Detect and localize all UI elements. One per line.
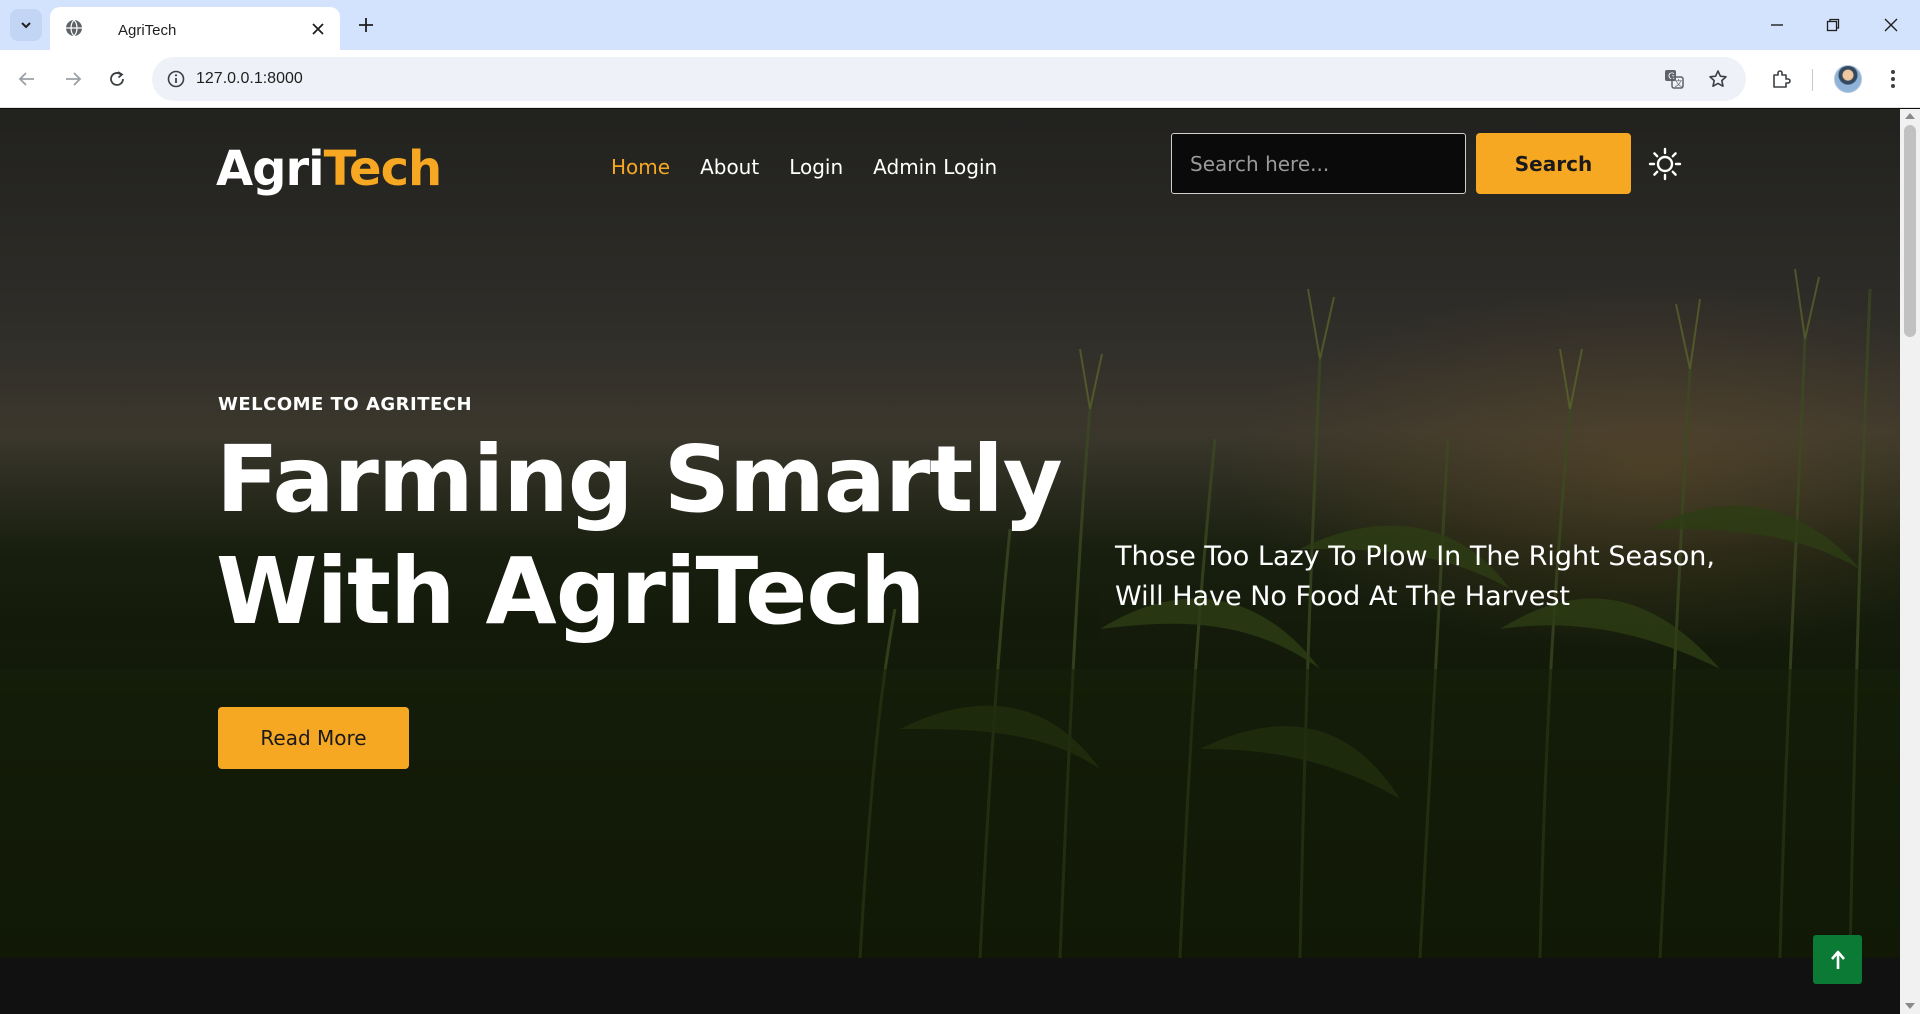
forward-arrow-icon[interactable] xyxy=(60,66,86,92)
back-to-top-button[interactable] xyxy=(1813,935,1862,984)
kebab-menu-icon[interactable] xyxy=(1880,66,1906,92)
page-scrollbar[interactable] xyxy=(1900,109,1920,1014)
browser-tab[interactable]: AgriTech xyxy=(50,7,340,50)
chevron-down-icon xyxy=(21,22,31,29)
next-section-strip xyxy=(0,958,1900,1014)
hero-headline-line2: With AgriTech xyxy=(216,538,925,645)
back-arrow-icon[interactable] xyxy=(14,66,40,92)
translate-icon[interactable]: G文 xyxy=(1662,67,1686,91)
tab-title: AgriTech xyxy=(118,22,177,39)
arrow-up-icon xyxy=(1830,950,1845,969)
search-input[interactable] xyxy=(1171,133,1466,194)
reload-icon[interactable] xyxy=(104,66,130,92)
tab-close-icon[interactable] xyxy=(308,19,328,39)
hero-eyebrow: WELCOME TO AGRITECH xyxy=(218,394,473,415)
site-info-icon[interactable] xyxy=(164,67,188,91)
page-viewport: AgriTech Home About Login Admin Login Se… xyxy=(0,109,1900,1014)
nav-link-home[interactable]: Home xyxy=(611,155,670,179)
main-nav: Home About Login Admin Login xyxy=(611,155,997,179)
logo-text-agri: Agri xyxy=(216,141,325,197)
tab-search-button[interactable] xyxy=(10,9,42,41)
nav-link-about[interactable]: About xyxy=(700,155,759,179)
scroll-down-arrow-icon[interactable] xyxy=(1905,1003,1915,1009)
restore-icon[interactable] xyxy=(1820,12,1846,38)
new-tab-plus-icon[interactable] xyxy=(354,13,378,37)
nav-link-admin-login[interactable]: Admin Login xyxy=(873,155,997,179)
scroll-up-arrow-icon[interactable] xyxy=(1905,113,1915,119)
profile-avatar[interactable] xyxy=(1834,65,1862,93)
globe-icon xyxy=(66,19,82,37)
browser-tab-strip: AgriTech xyxy=(0,0,1920,50)
browser-toolbar: 127.0.0.1:8000 G文 xyxy=(0,50,1920,108)
extensions-puzzle-icon[interactable] xyxy=(1768,66,1794,92)
toolbar-divider xyxy=(1812,69,1813,91)
nav-link-login[interactable]: Login xyxy=(789,155,843,179)
minimize-icon[interactable] xyxy=(1764,12,1790,38)
close-window-icon[interactable] xyxy=(1878,12,1904,38)
hero-section: AgriTech Home About Login Admin Login Se… xyxy=(0,109,1900,958)
hero-headline: Farming Smartly With AgriTech xyxy=(216,424,1076,648)
site-logo[interactable]: AgriTech xyxy=(216,141,443,197)
read-more-button[interactable]: Read More xyxy=(218,707,409,769)
hero-headline-line1: Farming Smartly xyxy=(216,426,1063,533)
address-bar[interactable]: 127.0.0.1:8000 G文 xyxy=(152,57,1746,101)
hero-quote: Those Too Lazy To Plow In The Right Seas… xyxy=(1115,537,1715,617)
logo-text-tech: Tech xyxy=(323,141,443,197)
search-button[interactable]: Search xyxy=(1476,133,1631,194)
scrollbar-thumb[interactable] xyxy=(1904,125,1916,337)
sun-icon[interactable] xyxy=(1648,147,1682,181)
hero-quote-line1: Those Too Lazy To Plow In The Right Seas… xyxy=(1115,541,1715,572)
svg-text:文: 文 xyxy=(1675,78,1683,88)
bookmark-star-icon[interactable] xyxy=(1706,67,1730,91)
hero-quote-line2: Will Have No Food At The Harvest xyxy=(1115,581,1570,612)
url-text: 127.0.0.1:8000 xyxy=(196,70,303,87)
